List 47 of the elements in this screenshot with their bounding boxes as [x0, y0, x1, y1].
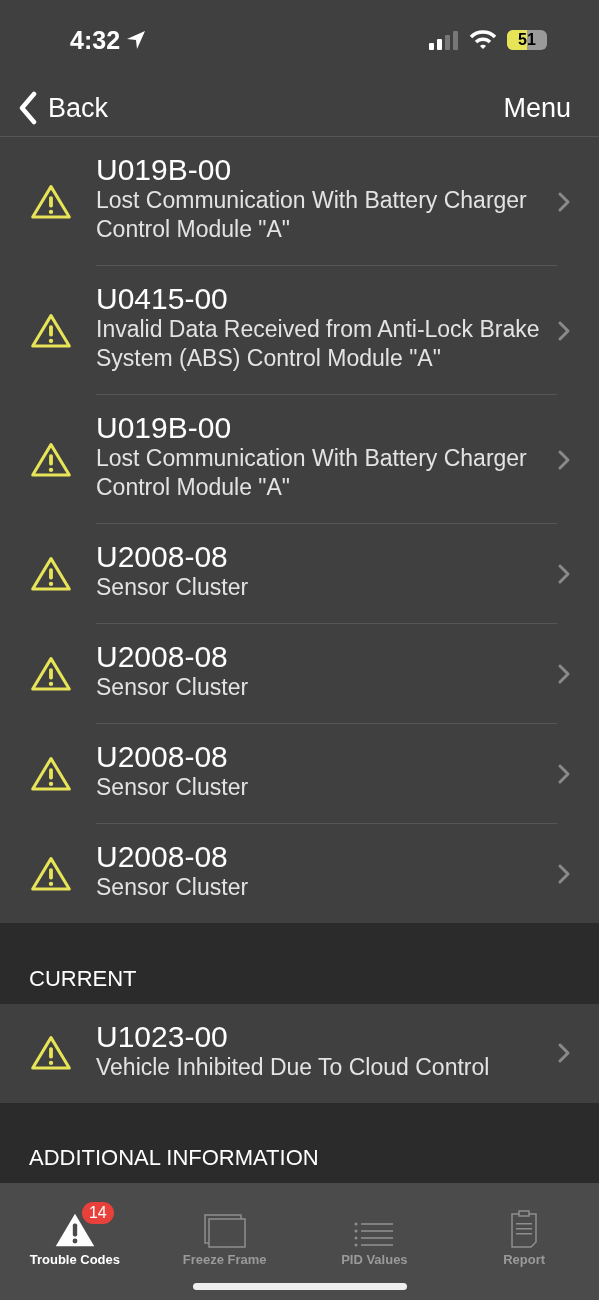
chevron-icon	[557, 663, 571, 685]
warning-icon	[30, 756, 72, 792]
warning-icon	[30, 855, 72, 892]
code-description: Lost Communication With Battery Charger Control Module "A"	[96, 186, 528, 244]
battery-indicator: 51	[507, 30, 547, 50]
clipboard-icon	[510, 1210, 539, 1248]
menu-button[interactable]: Menu	[503, 92, 571, 124]
chevron-icon	[557, 319, 571, 342]
code-label: U2008-08	[96, 540, 229, 573]
back-chevron-icon	[18, 91, 38, 125]
code-description: Sensor Cluster	[96, 573, 250, 602]
section-header: CURRENT	[29, 965, 137, 992]
clock-time: 4:32	[70, 25, 121, 55]
code-description: Invalid Data Received from Anti-Lock Brake System (ABS) Control Module "A"	[96, 315, 541, 373]
warning-icon	[30, 556, 72, 592]
count-badge: 14	[81, 1202, 114, 1224]
chevron-icon	[557, 448, 571, 471]
code-label: U019B-00	[96, 153, 233, 186]
chevron-icon	[557, 862, 571, 885]
warning-icon	[30, 441, 72, 478]
code-description: Sensor Cluster	[96, 873, 250, 902]
wifi-icon	[469, 30, 497, 50]
code-label: U2008-08	[96, 640, 229, 673]
stacked-frames-icon	[203, 1214, 246, 1248]
chevron-icon	[557, 1042, 571, 1064]
code-description: Sensor Cluster	[96, 673, 250, 702]
warning-icon	[30, 1035, 72, 1071]
signal-icon	[429, 30, 459, 50]
chevron-icon	[557, 190, 571, 213]
code-label: U019B-00	[96, 411, 233, 444]
code-label: U2008-08	[96, 740, 229, 773]
warning-icon	[30, 183, 72, 220]
code-description: Sensor Cluster	[96, 773, 250, 802]
code-label: U1023-00	[96, 1019, 229, 1053]
tab-button[interactable]: 14 Trouble Codes	[0, 1183, 150, 1273]
list-icon	[354, 1222, 395, 1248]
code-label: U2008-08	[96, 840, 229, 873]
chevron-icon	[557, 763, 571, 785]
code-label: U0415-00	[96, 282, 229, 315]
section-header: ADDITIONAL INFORMATION	[29, 1145, 319, 1171]
location-arrow-icon	[126, 30, 147, 50]
code-description: Lost Communication With Battery Charger Control Module "A"	[96, 444, 528, 502]
back-button[interactable]: Back	[18, 91, 109, 125]
warning-icon	[30, 656, 72, 692]
code-description: Vehicle Inhibited Due To Cloud Control	[96, 1052, 491, 1082]
chevron-icon	[557, 563, 571, 585]
warning-icon	[30, 312, 72, 349]
